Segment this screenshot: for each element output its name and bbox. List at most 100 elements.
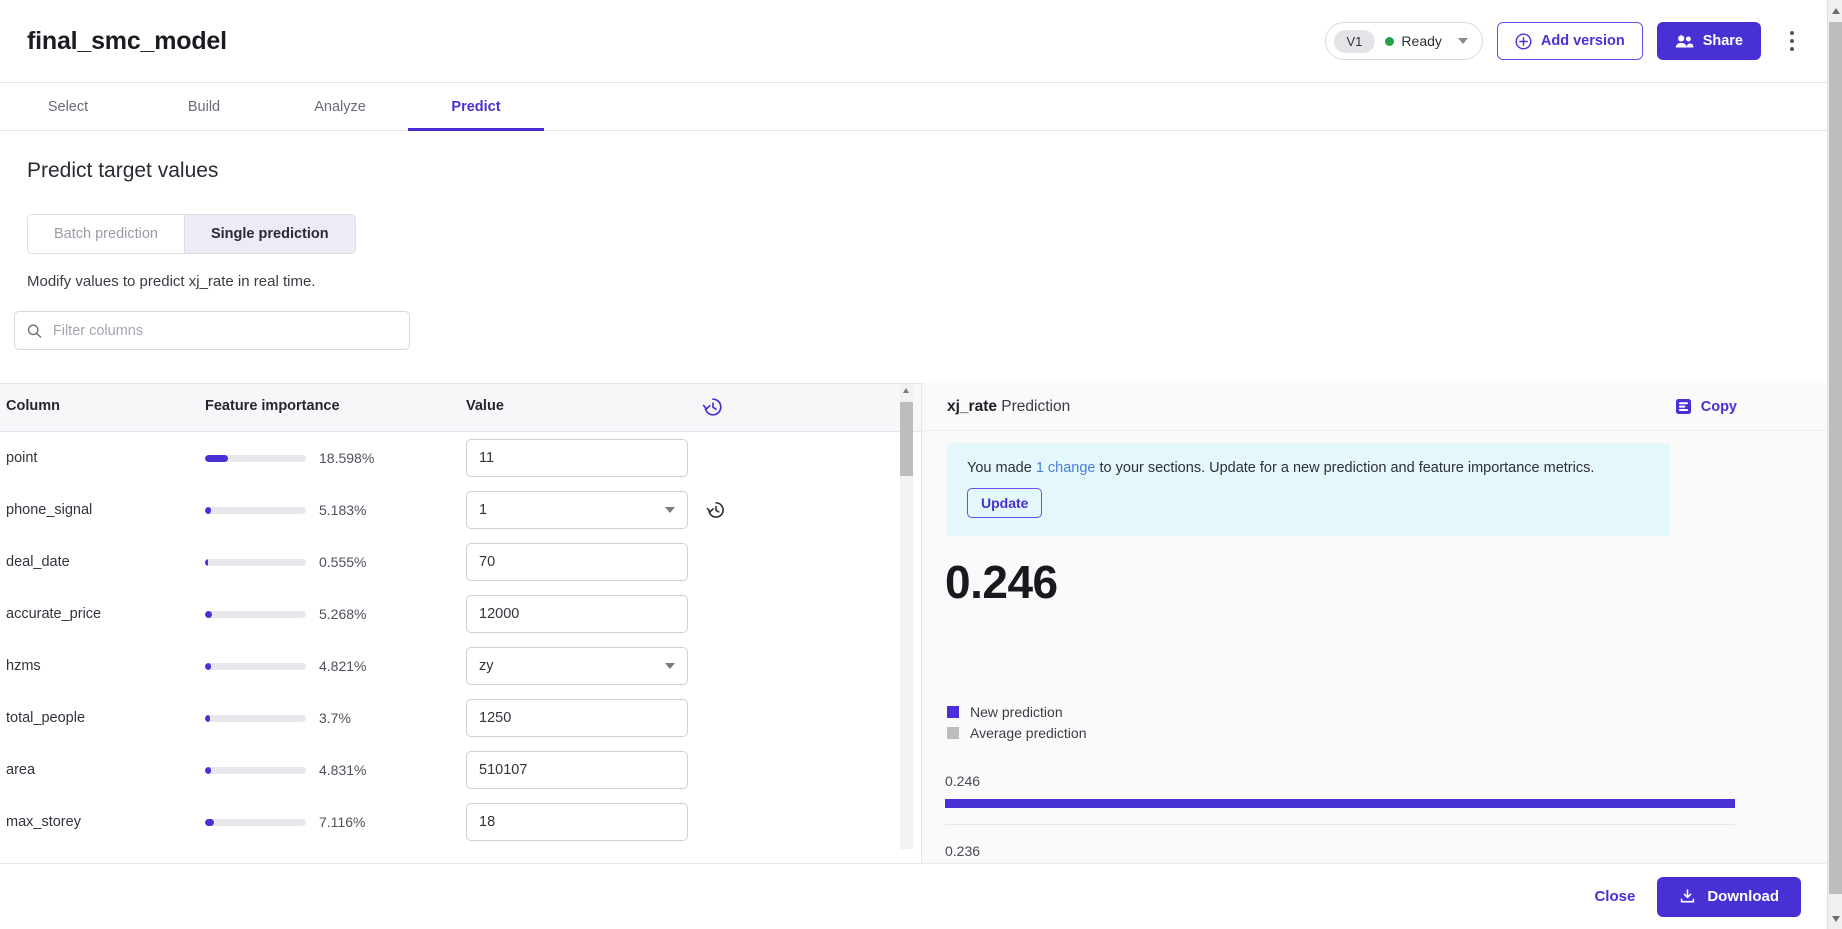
value-text: 12000 xyxy=(479,606,520,622)
column-header-value: Value xyxy=(466,398,504,414)
importance-bar-fill xyxy=(205,818,214,826)
download-button[interactable]: Download xyxy=(1657,876,1801,917)
row-column-name: point xyxy=(6,450,38,466)
importance-bar-fill xyxy=(205,558,208,566)
sub-note: Modify values to predict xj_rate in real… xyxy=(27,273,316,290)
value-input[interactable]: 18 xyxy=(466,803,688,841)
prediction-mode-toggle: Batch prediction Single prediction xyxy=(27,214,356,254)
header-actions: V1 Ready Add version Share xyxy=(1324,22,1805,60)
tab-analyze[interactable]: Analyze xyxy=(272,83,408,130)
value-text: zy xyxy=(479,658,494,674)
importance-bar-track xyxy=(205,454,306,462)
update-button[interactable]: Update xyxy=(967,488,1043,518)
table-body: point 18.598% 11 phone_signal 5.183% 1 deal_da… xyxy=(0,432,921,897)
legend-swatch-average xyxy=(947,727,959,739)
column-header-feature-importance: Feature importance xyxy=(205,398,340,414)
row-column-name: phone_signal xyxy=(6,502,93,518)
importance-bar-track xyxy=(205,662,306,670)
filter-columns-box[interactable] xyxy=(14,311,410,350)
legend-label-new: New prediction xyxy=(970,704,1063,720)
copy-document-icon xyxy=(1675,399,1691,414)
copy-button[interactable]: Copy xyxy=(1675,398,1811,415)
importance-bar-fill xyxy=(205,662,211,670)
scroll-up-arrow-icon[interactable] xyxy=(903,388,909,393)
close-button[interactable]: Close xyxy=(1594,888,1635,905)
value-select[interactable]: 1 xyxy=(466,491,688,529)
segment-batch-prediction[interactable]: Batch prediction xyxy=(28,215,184,253)
tab-build[interactable]: Build xyxy=(136,83,272,130)
add-version-label: Add version xyxy=(1540,33,1625,49)
status-dot-icon xyxy=(1385,36,1395,46)
importance-bar-track xyxy=(205,714,306,722)
update-alert: You made 1 change to your sections. Upda… xyxy=(947,443,1670,536)
main-tabs: Select Build Analyze Predict xyxy=(0,83,1827,131)
row-column-name: accurate_price xyxy=(6,606,102,622)
row-column-name: deal_date xyxy=(6,554,70,570)
table-scroll-thumb[interactable] xyxy=(900,402,913,476)
value-input[interactable]: 70 xyxy=(466,543,688,581)
value-select[interactable]: zy xyxy=(466,647,688,685)
download-icon xyxy=(1681,889,1695,903)
page-scroll-down-icon[interactable] xyxy=(1832,916,1840,922)
tab-select[interactable]: Select xyxy=(0,83,136,130)
legend-label-average: Average prediction xyxy=(970,725,1087,741)
search-input[interactable] xyxy=(52,322,397,339)
importance-percent: 5.183% xyxy=(319,502,367,518)
value-input[interactable]: 1250 xyxy=(466,699,688,737)
copy-label: Copy xyxy=(1700,398,1737,415)
prediction-panel-header: xj_rate Prediction Copy xyxy=(922,383,1827,431)
page-scrollbar[interactable] xyxy=(1827,0,1842,929)
row-column-name: total_people xyxy=(6,710,86,726)
tab-predict-label: Predict xyxy=(451,98,501,115)
legend-item-new-prediction: New prediction xyxy=(947,704,1086,720)
status-badge: Ready xyxy=(1385,33,1442,49)
page-scroll-thumb[interactable] xyxy=(1829,22,1842,894)
version-chip: V1 xyxy=(1333,29,1376,53)
row-revert-history-icon[interactable] xyxy=(706,500,726,520)
importance-bar-track xyxy=(205,558,306,566)
people-icon xyxy=(1675,34,1694,47)
more-options-icon[interactable] xyxy=(1779,24,1805,58)
value-input[interactable]: 12000 xyxy=(466,595,688,633)
share-button[interactable]: Share xyxy=(1656,22,1761,60)
feature-importance-cell: 4.831% xyxy=(205,762,366,778)
version-status-selector[interactable]: V1 Ready xyxy=(1324,22,1483,60)
table-row: point 18.598% 11 xyxy=(0,432,921,484)
add-version-button[interactable]: Add version xyxy=(1496,22,1643,60)
page-scroll-up-icon[interactable] xyxy=(1832,8,1840,14)
table-row: hzms 4.821% zy xyxy=(0,640,921,692)
importance-bar-track xyxy=(205,818,306,826)
table-vertical-scrollbar[interactable] xyxy=(900,384,913,849)
feature-importance-cell: 5.183% xyxy=(205,502,366,518)
importance-percent: 3.7% xyxy=(319,710,351,726)
importance-percent: 7.116% xyxy=(319,814,366,830)
footer-actions: Close Download xyxy=(0,863,1827,929)
value-input[interactable]: 11 xyxy=(466,439,688,477)
importance-bar-fill xyxy=(205,766,211,774)
alert-suffix: to your sections. Update for a new predi… xyxy=(1095,460,1595,476)
chart-bar-row: 0.246 xyxy=(945,773,1735,808)
importance-bar-track xyxy=(205,506,306,514)
segment-single-prediction[interactable]: Single prediction xyxy=(183,215,355,253)
importance-bar-fill xyxy=(205,506,212,514)
update-label: Update xyxy=(981,495,1029,511)
value-text: 1250 xyxy=(479,710,512,726)
tab-build-label: Build xyxy=(187,98,221,115)
value-text: 70 xyxy=(479,554,496,570)
importance-percent: 4.821% xyxy=(319,658,367,674)
importance-bar-track xyxy=(205,766,306,774)
table-row: deal_date 0.555% 70 xyxy=(0,536,921,588)
chart-legend: New prediction Average prediction xyxy=(947,704,1086,746)
tab-predict[interactable]: Predict xyxy=(408,83,544,131)
table-row: phone_signal 5.183% 1 xyxy=(0,484,921,536)
value-text: 1 xyxy=(479,502,488,518)
importance-percent: 4.831% xyxy=(319,762,367,778)
reset-all-values-history-icon[interactable] xyxy=(702,396,724,418)
tab-analyze-label: Analyze xyxy=(314,98,366,115)
row-column-name: max_storey xyxy=(6,814,81,830)
alert-change-link[interactable]: 1 change xyxy=(1036,460,1096,476)
chevron-down-icon xyxy=(665,663,675,669)
value-input[interactable]: 510107 xyxy=(466,751,688,789)
prediction-target-name: xj_rate xyxy=(947,397,997,415)
chevron-down-icon xyxy=(1457,38,1468,44)
